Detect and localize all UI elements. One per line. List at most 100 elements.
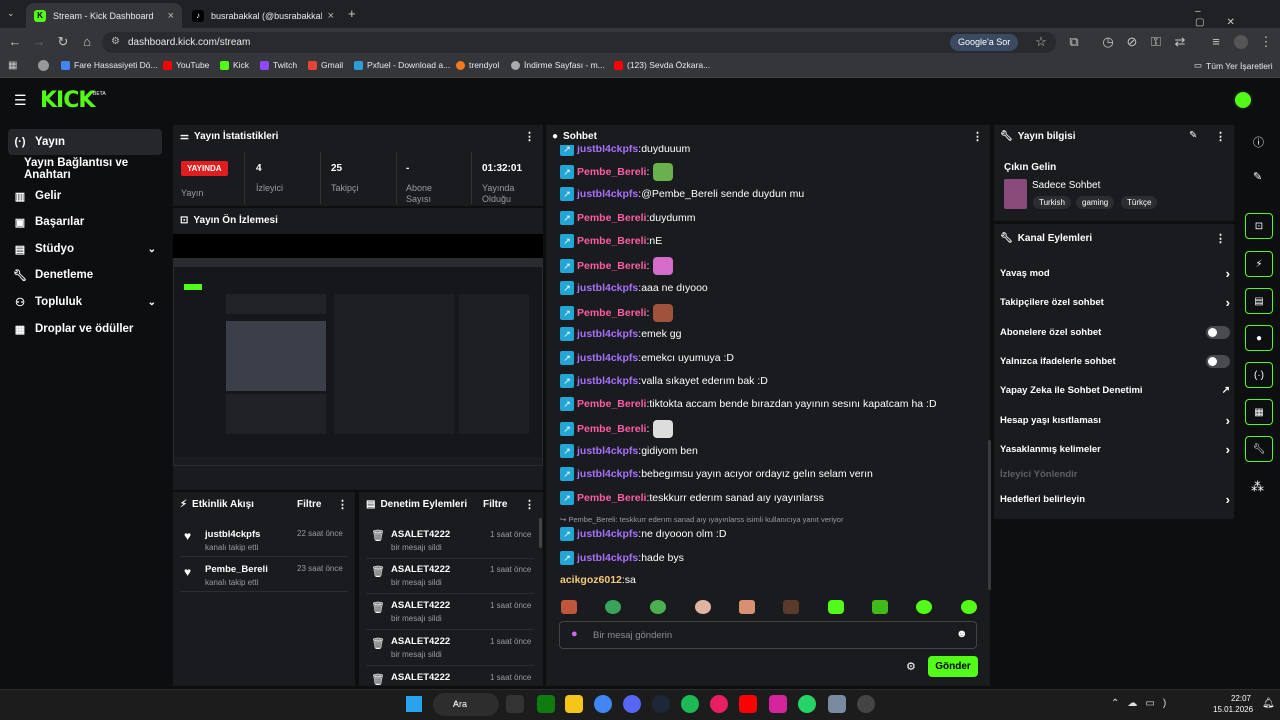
more-options-icon[interactable]: ⋮ xyxy=(1215,130,1226,143)
chat-username[interactable]: justbl4ckpfs xyxy=(577,328,638,340)
preview-video[interactable] xyxy=(173,258,543,466)
more-options-icon[interactable]: ⋮ xyxy=(337,498,348,511)
tab-tiktok[interactable]: ♪ busrabakkal (@busrabakkal × xyxy=(184,3,342,28)
media-icon[interactable]: ≡ xyxy=(1208,34,1224,49)
media-player-icon[interactable] xyxy=(710,695,728,713)
bookmark-item[interactable]: Fare Hassasiyeti Dö... xyxy=(61,60,158,70)
link-icon[interactable]: ⊘ xyxy=(1124,34,1140,50)
profile-icon[interactable] xyxy=(1234,35,1248,49)
chat-username[interactable]: justbl4ckpfs xyxy=(577,528,638,540)
nav-item-gelir[interactable]: ▥ Gelir xyxy=(8,183,162,209)
translate-icon[interactable]: ⇄ xyxy=(1172,34,1188,50)
more-options-icon[interactable]: ⋮ xyxy=(524,498,535,511)
nav-item-topluluk[interactable]: ⚇ Topluluk ⌄ xyxy=(8,289,162,315)
nav-item-denetleme[interactable]: 🔧︎ Denetleme xyxy=(8,262,162,288)
emote-item[interactable] xyxy=(961,600,977,614)
bookmark-item[interactable]: Twitch xyxy=(260,60,297,70)
scrollbar[interactable] xyxy=(988,440,991,590)
send-button[interactable]: Gönder xyxy=(928,656,978,677)
chat-username[interactable]: Pembe_Bereli xyxy=(577,260,646,272)
quick-action-broadcast-icon[interactable]: (·) xyxy=(1245,362,1273,388)
windows-start-icon[interactable] xyxy=(406,696,422,712)
emote-item[interactable] xyxy=(695,600,711,614)
edit-pencil-icon[interactable]: ✎ xyxy=(1253,170,1262,183)
bookmark-item[interactable]: YouTube xyxy=(163,60,209,70)
bookmark-item[interactable]: İndirme Sayfası - m... xyxy=(511,60,605,70)
history-icon[interactable]: ◷ xyxy=(1100,34,1116,50)
scrollbar[interactable] xyxy=(539,518,542,548)
row-goals[interactable]: Hedefleri belirleyin › xyxy=(1000,487,1230,511)
obs-icon[interactable] xyxy=(857,695,875,713)
quick-action-wrench-icon[interactable]: 🔧︎ xyxy=(1245,436,1273,462)
more-options-icon[interactable]: ⋮ xyxy=(1215,232,1226,245)
new-tab-icon[interactable]: + xyxy=(348,6,356,21)
toggle-switch[interactable] xyxy=(1206,325,1230,339)
mod-user[interactable]: ASALET4222 xyxy=(391,564,450,575)
filter-button[interactable]: Filtre xyxy=(297,499,321,510)
row-followers-only[interactable]: Takipçilere özel sohbet › xyxy=(1000,290,1230,314)
emote-item[interactable] xyxy=(783,600,799,614)
chat-username[interactable]: justbl4ckpfs xyxy=(577,188,638,200)
more-options-icon[interactable]: ⋮ xyxy=(524,130,535,143)
nav-item-basarilar[interactable]: ▣ Başarılar xyxy=(8,209,162,235)
settings-gear-icon[interactable]: ⚙ xyxy=(906,660,916,673)
chat-username[interactable]: Pembe_Bereli xyxy=(577,212,646,224)
info-icon[interactable]: ⓘ xyxy=(1253,134,1264,150)
chat-username[interactable]: justbl4ckpfs xyxy=(577,445,638,457)
nav-item-yayin[interactable]: (·) Yayın xyxy=(8,129,162,155)
activity-user[interactable]: Pembe_Bereli xyxy=(205,564,268,575)
youtube-icon[interactable] xyxy=(739,695,757,713)
system-tray-icons[interactable]: ⌃☁▭)︎ xyxy=(1111,698,1174,709)
chat-username[interactable]: justbl4ckpfs xyxy=(577,352,638,364)
key-icon[interactable]: ⚿ xyxy=(1148,34,1164,50)
tag[interactable]: gaming xyxy=(1076,196,1115,209)
bookmark-globe-icon[interactable] xyxy=(38,60,49,71)
mod-user[interactable]: ASALET4222 xyxy=(391,672,450,683)
bookmark-item[interactable]: trendyol xyxy=(456,60,499,70)
chat-username[interactable]: Pembe_Bereli xyxy=(577,492,646,504)
nav-item-stream-key[interactable]: Yayın Bağlantısı ve Anahtarı xyxy=(20,156,170,182)
notification-bell-icon[interactable]: 🔔︎ xyxy=(1262,698,1275,709)
nav-item-droplar[interactable]: ▦ Droplar ve ödüller xyxy=(8,316,162,342)
toggle-switch[interactable] xyxy=(1206,354,1230,368)
filter-button[interactable]: Filtre xyxy=(483,499,507,510)
quick-action-list-icon[interactable]: ▦ xyxy=(1245,399,1273,425)
kick-logo[interactable]: KICK xyxy=(40,88,95,113)
whatsapp-icon[interactable] xyxy=(798,695,816,713)
bookmark-folder[interactable]: ▭ Tüm Yer İşaretleri xyxy=(1194,60,1273,71)
tab-kick-dashboard[interactable]: K Stream - Kick Dashboard × xyxy=(26,3,182,28)
more-options-icon[interactable]: ⋮ xyxy=(972,130,983,143)
emote-item[interactable] xyxy=(561,600,577,614)
bookmark-item[interactable]: Pxfuel - Download a... xyxy=(354,60,450,70)
quick-action-scan-icon[interactable]: ⊡ xyxy=(1245,213,1273,239)
bookmark-item[interactable]: (123) Sevda Özkara... xyxy=(614,60,710,70)
clock[interactable]: 22:07 15.01.2026 xyxy=(1213,693,1253,715)
close-icon[interactable]: × xyxy=(168,10,174,22)
category-name[interactable]: Sadece Sohbet xyxy=(1032,180,1100,191)
emote-item[interactable] xyxy=(916,600,932,614)
emote-item[interactable] xyxy=(650,600,666,614)
chat-username[interactable]: justbl4ckpfs xyxy=(577,375,638,387)
google-ask-button[interactable]: Google'a Sor xyxy=(950,34,1019,51)
chat-username[interactable]: Pembe_Bereli xyxy=(577,423,646,435)
chat-username[interactable]: Pembe_Bereli xyxy=(577,166,646,178)
nav-item-studyo[interactable]: ▤ Stüdyo ⌄ xyxy=(8,236,162,262)
chat-username[interactable]: justbl4ckpfs xyxy=(577,468,638,480)
mod-user[interactable]: ASALET4222 xyxy=(391,600,450,611)
chat-username[interactable]: justbl4ckpfs xyxy=(577,282,638,294)
tag[interactable]: Turkish xyxy=(1033,196,1071,209)
apps-icon[interactable]: ▦ xyxy=(8,60,17,71)
file-explorer-icon[interactable] xyxy=(565,695,583,713)
activity-user[interactable]: justbl4ckpfs xyxy=(205,529,260,540)
emote-item[interactable] xyxy=(828,600,844,614)
window-controls[interactable]: –▢✕ xyxy=(1195,6,1280,28)
chat-username[interactable]: Pembe_Bereli xyxy=(577,307,646,319)
site-info-icon[interactable]: ⚙ xyxy=(111,36,120,47)
row-account-age[interactable]: Hesap yaşı kısıtlaması › xyxy=(1000,408,1230,432)
row-slow-mode[interactable]: Yavaş mod › xyxy=(1000,261,1230,285)
app-icon[interactable] xyxy=(828,695,846,713)
chat-username[interactable]: justbl4ckpfs xyxy=(577,552,638,564)
edit-pencil-icon[interactable]: ✎ xyxy=(1189,130,1197,141)
xbox-icon[interactable] xyxy=(537,695,555,713)
close-icon[interactable]: × xyxy=(328,10,334,22)
